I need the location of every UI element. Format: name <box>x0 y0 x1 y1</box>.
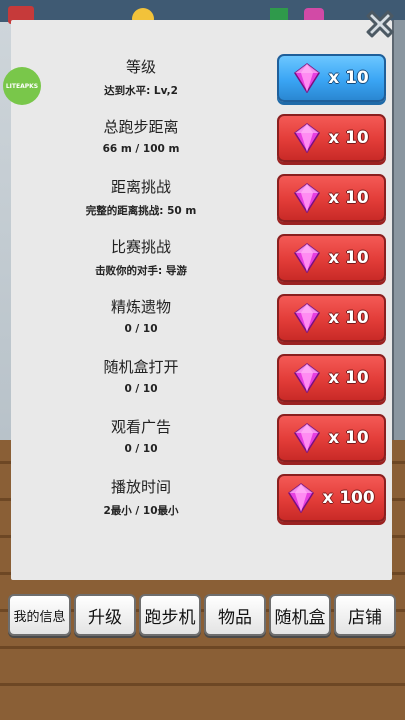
claim-reward-button[interactable]: x 100 <box>277 474 386 522</box>
quest-progress: 达到水平: Lv,2 <box>104 85 178 97</box>
reward-amount: x 10 <box>328 128 369 148</box>
quest-title: 等级 <box>125 58 156 76</box>
quest-row-distance-challenge: 距离挑战 完整的距离挑战: 50 m x 10 <box>11 168 392 228</box>
quest-row-watch-ads: 观看广告 0 / 10 x 10 <box>11 408 392 468</box>
tab-upgrade[interactable]: 升级 <box>74 594 136 636</box>
quest-progress: 66 m / 100 m <box>102 143 180 155</box>
watermark-text: LITEAPKS <box>5 82 39 90</box>
bottom-tab-bar: 我的信息 升级 跑步机 物品 随机盒 店铺 <box>0 594 405 640</box>
quest-title: 播放时间 <box>110 478 171 496</box>
gem-icon <box>288 483 315 513</box>
claim-reward-button[interactable]: x 10 <box>277 174 386 222</box>
quest-progress: 完整的距离挑战: 50 m <box>85 205 197 217</box>
claim-reward-button[interactable]: x 10 <box>277 54 386 102</box>
claim-reward-button[interactable]: x 10 <box>277 414 386 462</box>
quest-progress: 0 / 10 <box>124 323 158 335</box>
gem-icon <box>294 423 321 453</box>
reward-amount: x 10 <box>328 368 369 388</box>
quest-panel: 等级 达到水平: Lv,2 x 10 总跑步距离 66 m / 100 m x … <box>11 20 392 580</box>
quest-progress: 0 / 10 <box>124 443 158 455</box>
quest-row-total-distance: 总跑步距离 66 m / 100 m x 10 <box>11 108 392 168</box>
gem-icon <box>294 63 321 93</box>
tab-items[interactable]: 物品 <box>204 594 266 636</box>
quest-progress: 0 / 10 <box>124 383 158 395</box>
quest-title: 观看广告 <box>110 418 171 436</box>
background-shelf <box>0 0 405 22</box>
reward-amount: x 100 <box>322 488 375 508</box>
quest-progress: 2最小 / 10最小 <box>103 505 179 517</box>
reward-amount: x 10 <box>328 308 369 328</box>
quest-row-race-challenge: 比赛挑战 击败你的对手: 导游 x 10 <box>11 228 392 288</box>
gem-icon <box>294 243 321 273</box>
background-wall-edge <box>392 20 405 460</box>
tab-my-info[interactable]: 我的信息 <box>8 594 71 636</box>
close-button[interactable] <box>360 4 400 44</box>
quest-title: 比赛挑战 <box>110 238 171 256</box>
claim-reward-button[interactable]: x 10 <box>277 294 386 342</box>
watermark-badge: LITEAPKS <box>3 67 41 105</box>
quest-row-refine-relics: 精炼遗物 0 / 10 x 10 <box>11 288 392 348</box>
close-icon <box>366 10 394 38</box>
quest-row-level: 等级 达到水平: Lv,2 x 10 <box>11 48 392 108</box>
quest-title: 精炼遗物 <box>110 298 171 316</box>
claim-reward-button[interactable]: x 10 <box>277 234 386 282</box>
quest-row-play-time: 播放时间 2最小 / 10最小 x 100 <box>11 468 392 528</box>
gem-icon <box>294 183 321 213</box>
gem-icon <box>294 303 321 333</box>
tab-shop[interactable]: 店铺 <box>334 594 396 636</box>
claim-reward-button[interactable]: x 10 <box>277 354 386 402</box>
gem-icon <box>294 123 321 153</box>
quest-title: 总跑步距离 <box>103 118 179 136</box>
reward-amount: x 10 <box>328 188 369 208</box>
gem-icon <box>294 363 321 393</box>
reward-amount: x 10 <box>328 428 369 448</box>
quest-title: 距离挑战 <box>110 178 171 196</box>
quest-row-random-box: 随机盒打开 0 / 10 x 10 <box>11 348 392 408</box>
quest-title: 随机盒打开 <box>103 358 179 376</box>
quest-progress: 击败你的对手: 导游 <box>95 265 187 277</box>
tab-random-box[interactable]: 随机盒 <box>269 594 331 636</box>
reward-amount: x 10 <box>328 68 369 88</box>
claim-reward-button[interactable]: x 10 <box>277 114 386 162</box>
tab-treadmill[interactable]: 跑步机 <box>139 594 201 636</box>
reward-amount: x 10 <box>328 248 369 268</box>
